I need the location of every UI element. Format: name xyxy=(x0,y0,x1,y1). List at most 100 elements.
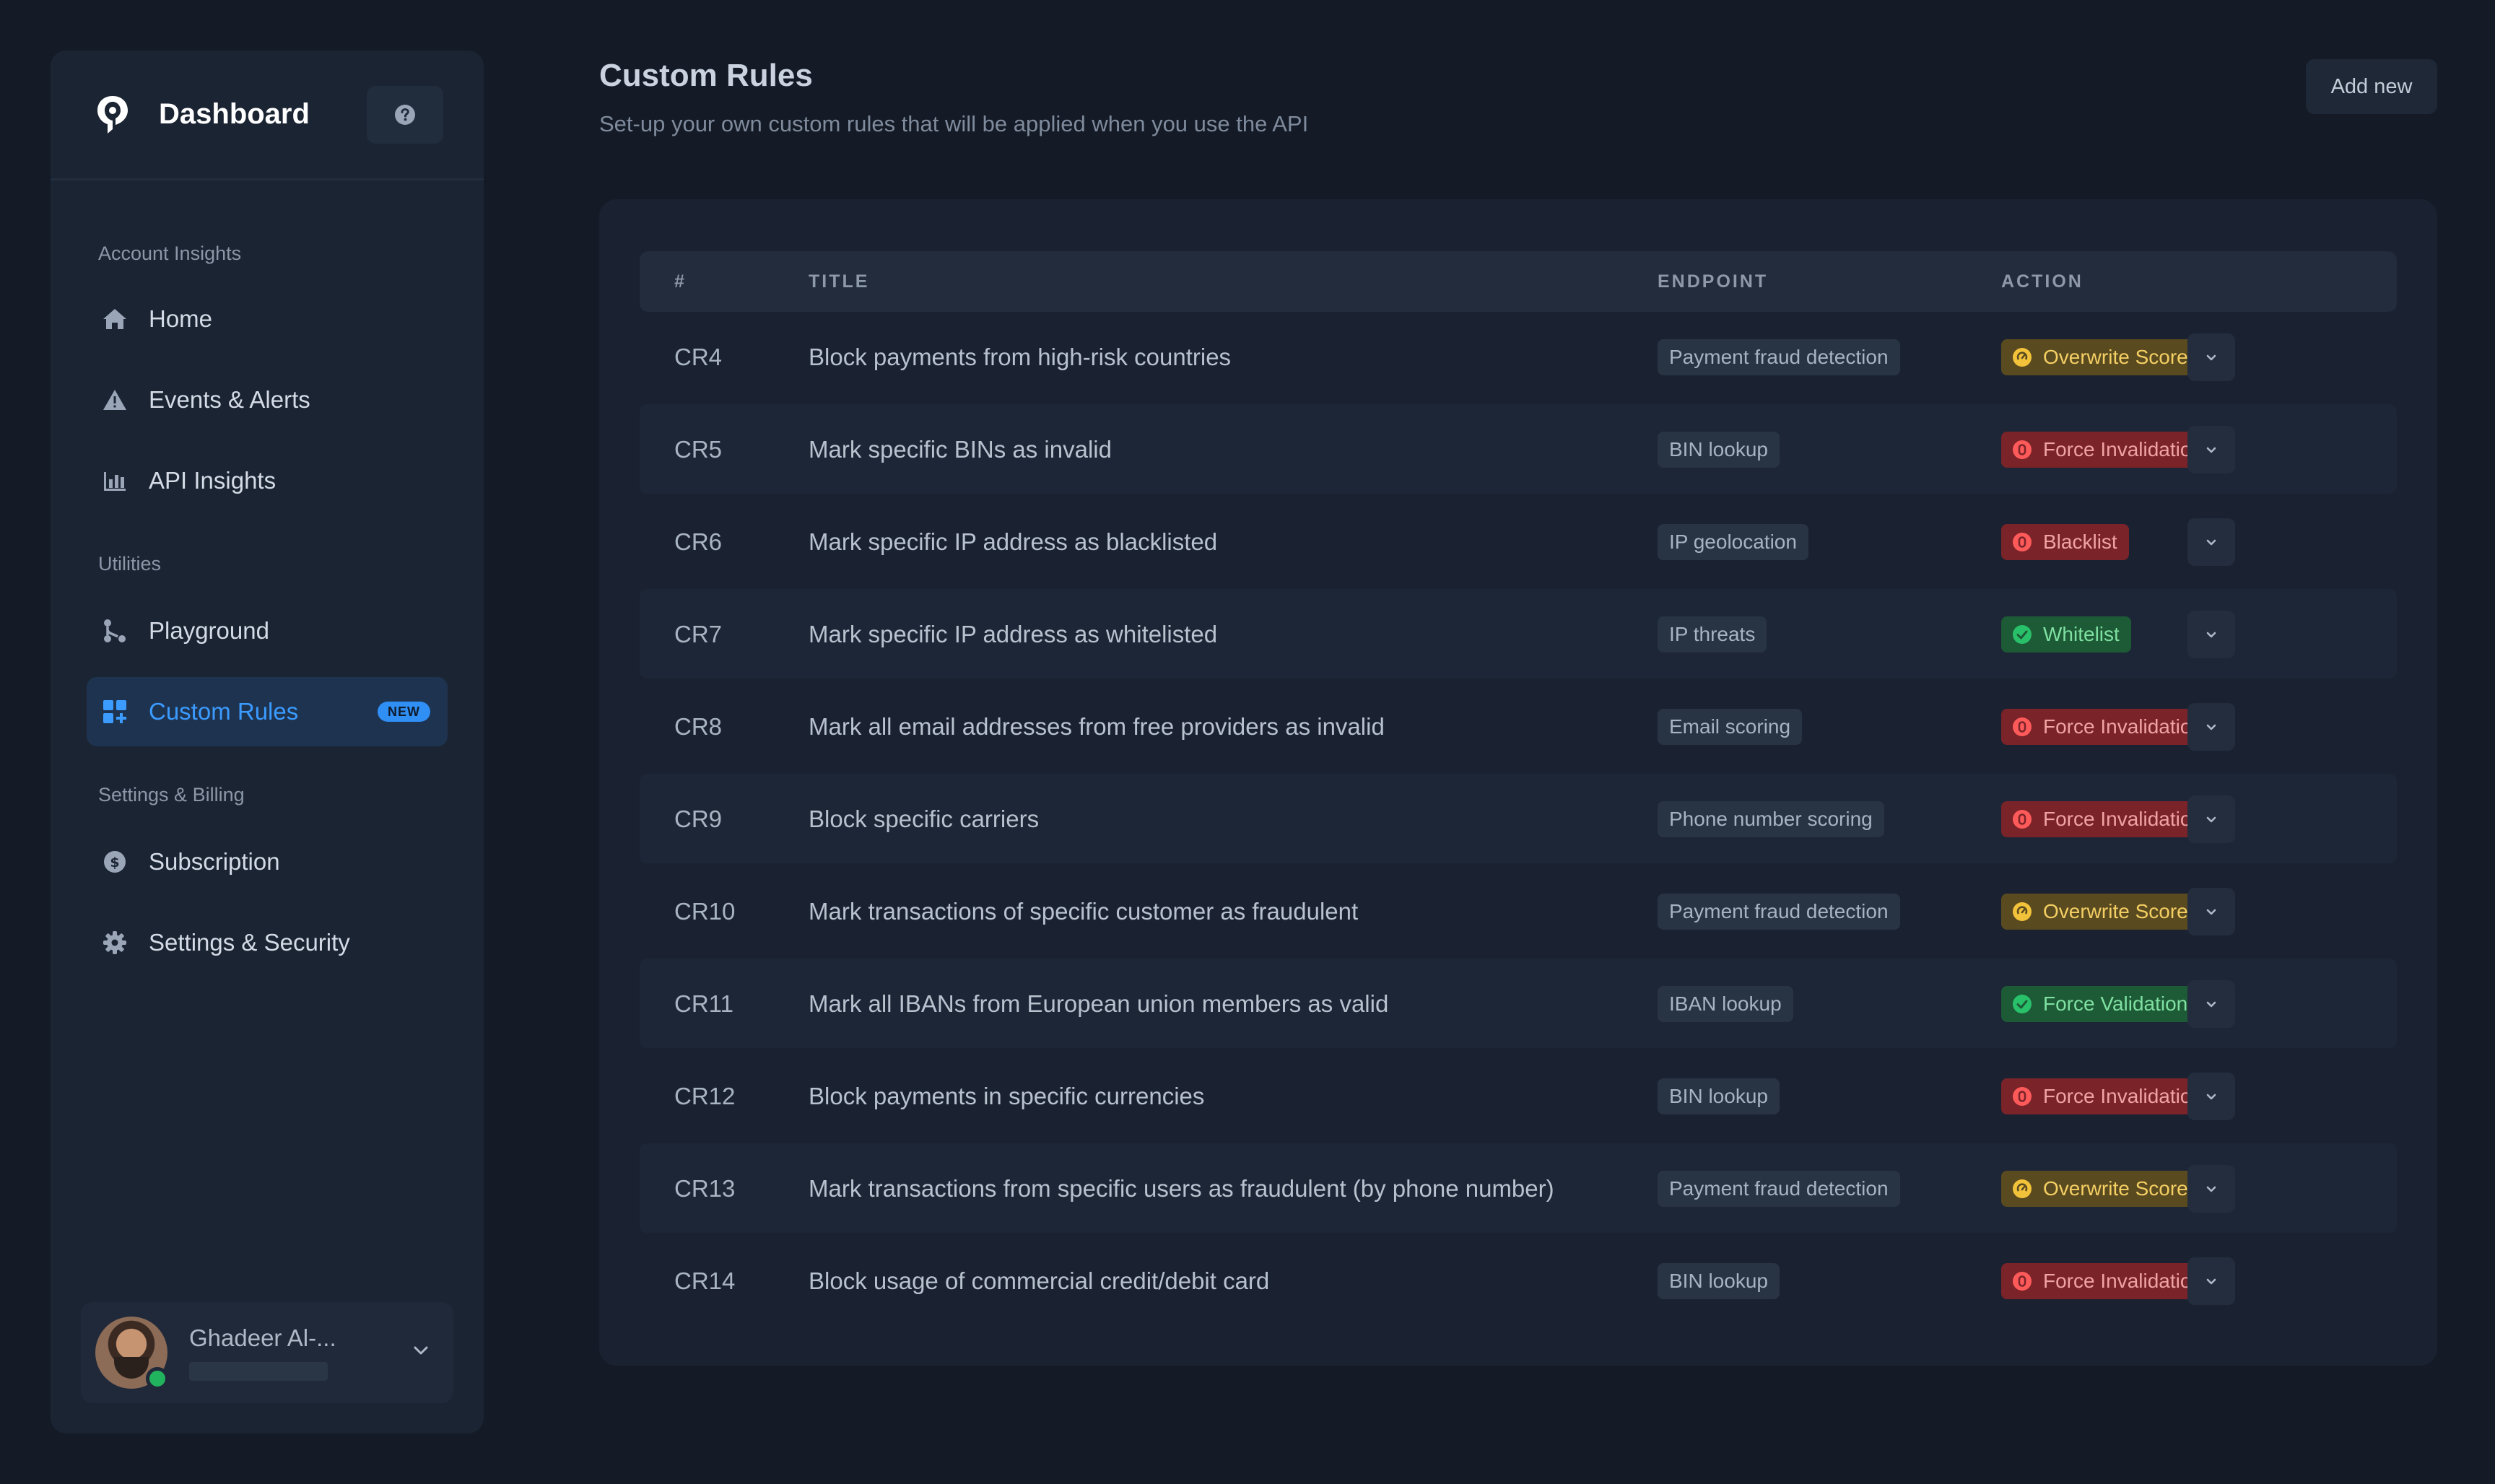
chevron-down-icon xyxy=(2206,632,2216,638)
expand-row-button[interactable] xyxy=(2187,426,2235,473)
rule-id: CR10 xyxy=(674,898,736,925)
expand-row-button[interactable] xyxy=(2187,518,2235,566)
column-header-action: ACTION xyxy=(2001,271,2083,292)
action-badge: Force Invalidation xyxy=(2001,709,2215,745)
expand-row-button[interactable] xyxy=(2187,795,2235,843)
online-status-dot xyxy=(146,1367,169,1390)
table-row[interactable]: CR14 Block usage of commercial credit/deb… xyxy=(640,1236,2397,1325)
endpoint-tag: IBAN lookup xyxy=(1658,986,1793,1022)
chevron-down-icon xyxy=(2206,1278,2216,1285)
table-row[interactable]: CR10 Mark transactions of specific custom… xyxy=(640,866,2397,956)
rule-title: Block usage of commercial credit/debit c… xyxy=(809,1267,1270,1294)
sidebar-item-label: Home xyxy=(149,305,213,332)
rule-id: CR12 xyxy=(674,1083,736,1109)
block-icon xyxy=(2013,533,2032,551)
question-icon xyxy=(395,104,415,125)
avatar xyxy=(95,1317,169,1390)
block-icon xyxy=(2013,717,2032,736)
chevron-down-icon xyxy=(2206,816,2216,823)
sidebar-item-api-insights[interactable]: API Insights xyxy=(87,446,448,515)
expand-row-button[interactable] xyxy=(2187,1257,2235,1305)
chevron-down-icon[interactable] xyxy=(410,1340,432,1365)
sidebar-item-events-alerts[interactable]: Events & Alerts xyxy=(87,365,448,435)
sidebar-item-label: Playground xyxy=(149,617,269,644)
table-row[interactable]: CR6 Mark specific IP address as blacklist… xyxy=(640,497,2397,586)
table-row[interactable]: CR11 Mark all IBANs from European union m… xyxy=(640,959,2397,1048)
block-icon xyxy=(2013,1272,2032,1291)
expand-row-button[interactable] xyxy=(2187,1073,2235,1120)
action-badge: Force Invalidation xyxy=(2001,1263,2215,1299)
table-row[interactable]: CR7 Mark specific IP address as whitelist… xyxy=(640,589,2397,678)
expand-row-button[interactable] xyxy=(2187,980,2235,1028)
endpoint-tag: BIN lookup xyxy=(1658,432,1780,468)
add-new-button[interactable]: Add new xyxy=(2306,59,2437,114)
action-badge: Overwrite Score xyxy=(2001,894,2200,930)
sidebar-item-home[interactable]: Home xyxy=(87,284,448,354)
table-row[interactable]: CR12 Block payments in specific currencie… xyxy=(640,1051,2397,1140)
column-header-endpoint: ENDPOINT xyxy=(1658,271,1769,292)
action-label: Force Validation xyxy=(2043,992,2188,1015)
expand-row-button[interactable] xyxy=(2187,703,2235,751)
table-row[interactable]: CR9 Block specific carriers Phone number s… xyxy=(640,774,2397,863)
rule-id: CR6 xyxy=(674,528,723,555)
chevron-down-icon xyxy=(2206,1186,2216,1192)
table-header: # TITLE ENDPOINT ACTION xyxy=(640,251,2397,312)
expand-row-button[interactable] xyxy=(2187,1165,2235,1213)
table-row[interactable]: CR13 Mark transactions from specific user… xyxy=(640,1143,2397,1233)
logo-icon xyxy=(92,92,133,137)
rules-card: # TITLE ENDPOINT ACTION CR4 Block payment… xyxy=(599,199,2437,1366)
page-title: Custom Rules xyxy=(599,58,813,93)
endpoint-tag: IP geolocation xyxy=(1658,524,1808,560)
gauge-icon xyxy=(2013,902,2032,921)
block-icon xyxy=(2013,1087,2032,1106)
user-menu[interactable]: Ghadeer Al-... xyxy=(81,1302,453,1403)
rule-id: CR7 xyxy=(674,621,723,647)
gauge-icon xyxy=(2013,1179,2032,1198)
sidebar-item-label: API Insights xyxy=(149,467,277,494)
chevron-down-icon xyxy=(2206,1001,2216,1008)
rule-title: Mark all email addresses from free provi… xyxy=(809,713,1385,740)
home-icon xyxy=(101,305,129,333)
user-email-placeholder xyxy=(189,1362,328,1381)
help-button[interactable] xyxy=(367,85,443,144)
endpoint-tag: Phone number scoring xyxy=(1658,801,1884,837)
endpoint-tag: Payment fraud detection xyxy=(1658,1171,1900,1207)
column-header-id: # xyxy=(674,271,687,292)
action-label: Overwrite Score xyxy=(2043,900,2188,922)
section-label-utilities: Utilities xyxy=(98,553,162,575)
sidebar-item-label: Custom Rules xyxy=(149,698,299,725)
sidebar-item-subscription[interactable]: $ Subscription xyxy=(87,827,448,896)
bar-chart-icon xyxy=(101,467,129,494)
user-name: Ghadeer Al-... xyxy=(189,1324,336,1351)
endpoint-tag: Payment fraud detection xyxy=(1658,339,1900,375)
rule-title: Mark specific IP address as blacklisted xyxy=(809,528,1218,555)
sidebar-item-custom-rules[interactable]: Custom Rules NEW xyxy=(87,677,448,746)
sidebar-item-settings-security[interactable]: Settings & Security xyxy=(87,908,448,977)
table-row[interactable]: CR4 Block payments from high-risk countri… xyxy=(640,312,2397,401)
action-label: Force Invalidation xyxy=(2043,438,2203,461)
table-row[interactable]: CR8 Mark all email addresses from free pr… xyxy=(640,681,2397,771)
rule-title: Block specific carriers xyxy=(809,806,1040,832)
gear-icon xyxy=(101,929,129,956)
action-badge: Force Invalidation xyxy=(2001,432,2215,468)
sidebar-item-playground[interactable]: Playground xyxy=(87,596,448,665)
new-badge: NEW xyxy=(378,702,430,722)
expand-row-button[interactable] xyxy=(2187,333,2235,381)
expand-row-button[interactable] xyxy=(2187,611,2235,658)
rule-id: CR13 xyxy=(674,1175,736,1202)
chevron-down-icon xyxy=(2206,1094,2216,1100)
rule-id: CR9 xyxy=(674,806,723,832)
action-badge: Whitelist xyxy=(2001,616,2131,652)
action-label: Overwrite Score xyxy=(2043,1177,2188,1200)
table-row[interactable]: CR5 Mark specific BINs as invalid BIN look… xyxy=(640,404,2397,494)
action-label: Force Invalidation xyxy=(2043,808,2203,830)
action-label: Force Invalidation xyxy=(2043,1270,2203,1292)
grid-plus-icon xyxy=(101,698,129,725)
action-label: Whitelist xyxy=(2043,623,2120,645)
chevron-down-icon xyxy=(2206,724,2216,730)
action-label: Force Invalidation xyxy=(2043,715,2203,738)
sidebar-item-label: Events & Alerts xyxy=(149,386,310,413)
expand-row-button[interactable] xyxy=(2187,888,2235,935)
action-badge: Force Invalidation xyxy=(2001,1078,2215,1114)
action-badge: Force Invalidation xyxy=(2001,801,2215,837)
